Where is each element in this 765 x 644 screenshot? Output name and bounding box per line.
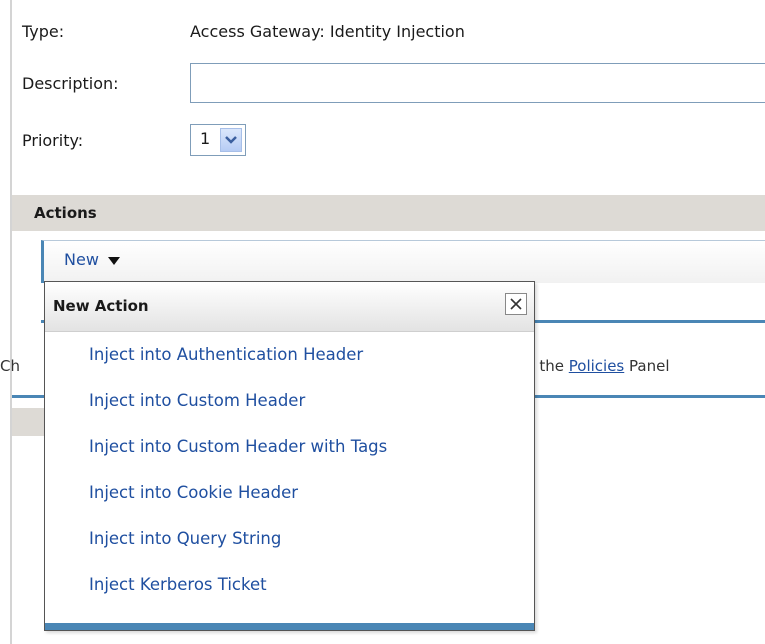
priority-value: 1 [200, 129, 211, 148]
menu-header: New Action [45, 282, 534, 332]
menu-item-inject-query-string[interactable]: Inject into Query String [89, 529, 281, 548]
page-left-border [10, 0, 12, 644]
menu-item-inject-custom-header-tags[interactable]: Inject into Custom Header with Tags [89, 437, 387, 456]
close-icon[interactable] [505, 293, 527, 315]
caret-down-icon [108, 256, 120, 265]
menu-title: New Action [53, 297, 149, 315]
menu-item-inject-custom-header[interactable]: Inject into Custom Header [89, 391, 305, 410]
hint-text: m the Policies Panel [520, 357, 669, 375]
menu-bottom-bar [45, 623, 534, 630]
type-value: Access Gateway: Identity Injection [190, 22, 465, 41]
chevron-down-icon[interactable] [220, 128, 242, 152]
hint-text-start: Ch [0, 357, 20, 375]
new-action-menu: New Action Inject into Authentication He… [44, 281, 535, 631]
priority-select[interactable]: 1 [190, 124, 246, 156]
menu-item-inject-cookie-header[interactable]: Inject into Cookie Header [89, 483, 298, 502]
description-input[interactable] [190, 63, 765, 103]
hint-text-suffix: Panel [624, 357, 670, 375]
description-label: Description: [22, 74, 119, 93]
menu-item-inject-authentication-header[interactable]: Inject into Authentication Header [89, 345, 363, 364]
new-action-button[interactable]: New [64, 250, 120, 269]
new-action-toolbar: New [41, 240, 765, 283]
type-label: Type: [22, 22, 65, 41]
new-button-label: New [64, 250, 99, 269]
priority-label: Priority: [22, 131, 84, 150]
menu-item-inject-kerberos-ticket[interactable]: Inject Kerberos Ticket [89, 575, 267, 594]
policies-link[interactable]: Policies [569, 357, 624, 375]
actions-title: Actions [34, 204, 97, 222]
actions-section-header: Actions [12, 195, 765, 231]
